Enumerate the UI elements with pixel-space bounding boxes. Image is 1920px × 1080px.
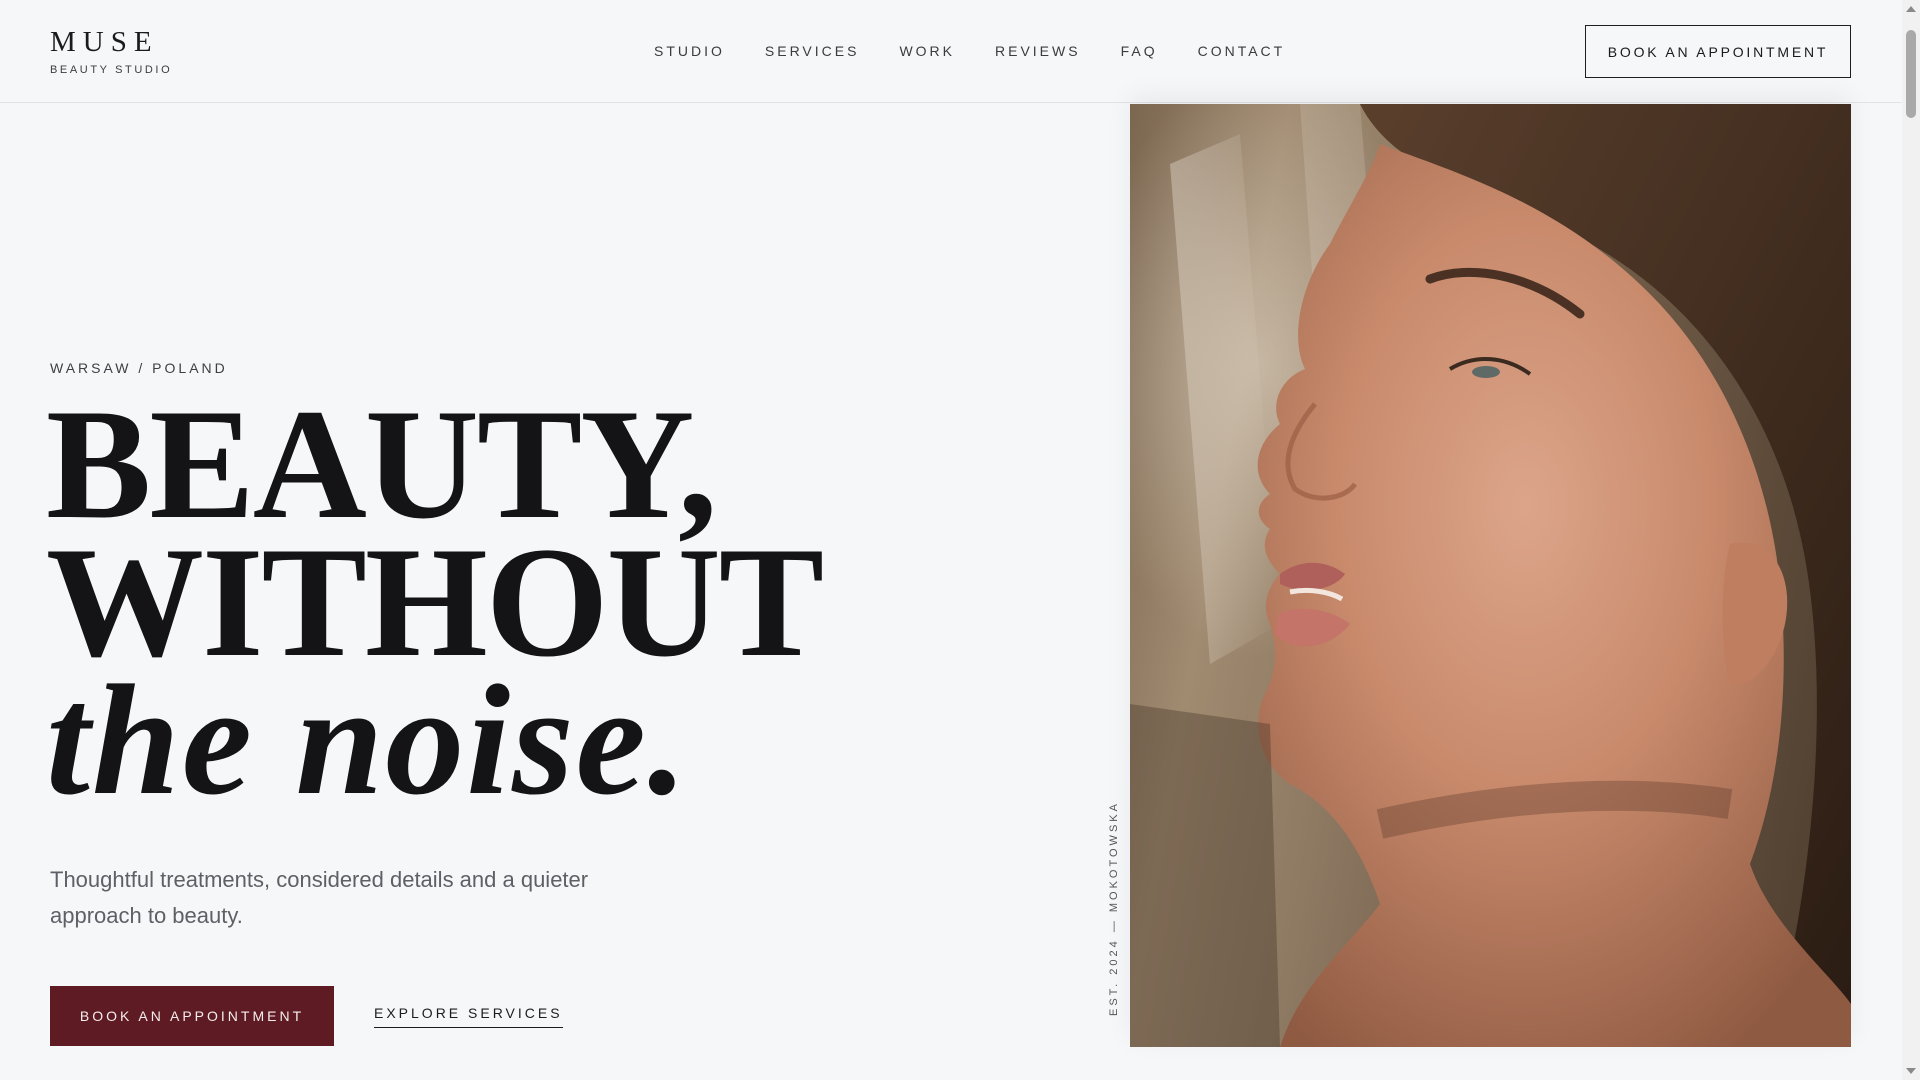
established-tag: EST. 2024 — MOKOTOWSKA [1108,801,1120,1016]
hero-portrait-image [1130,104,1851,1047]
hero-description: Thoughtful treatments, considered detail… [50,867,589,928]
logo[interactable]: MUSE BEAUTY STUDIO [50,26,173,77]
site-header: MUSE BEAUTY STUDIO STUDIO SERVICES WORK … [0,0,1902,103]
scroll-down-icon[interactable] [1906,1068,1916,1074]
scroll-up-icon[interactable] [1906,6,1916,12]
main-nav: STUDIO SERVICES WORK REVIEWS FAQ CONTACT [654,43,1285,59]
portrait-photo-icon [1130,104,1851,1047]
book-appointment-button[interactable]: BOOK AN APPOINTMENT [50,986,334,1046]
nav-item-studio[interactable]: STUDIO [654,43,725,59]
nav-item-faq[interactable]: FAQ [1121,43,1158,59]
headline-line-3: the noise. [46,653,690,828]
nav-item-contact[interactable]: CONTACT [1198,43,1286,59]
header-book-button[interactable]: BOOK AN APPOINTMENT [1585,25,1851,78]
headline-line-2: WITHOUT [46,515,824,690]
headline-line-1: BEAUTY, [46,377,717,552]
logo-wordmark: MUSE [50,26,159,58]
nav-item-work[interactable]: WORK [899,43,955,59]
explore-services-link[interactable]: EXPLORE SERVICES [374,1005,563,1028]
page-scrollbar[interactable] [1902,0,1920,1080]
nav-item-services[interactable]: SERVICES [765,43,860,59]
location-eyebrow: WARSAW / POLAND [50,360,228,376]
nav-item-reviews[interactable]: REVIEWS [995,43,1081,59]
logo-tagline: BEAUTY STUDIO [50,64,173,76]
scroll-thumb[interactable] [1906,30,1916,118]
hero-headline: BEAUTY, WITHOUT the noise. [46,377,824,828]
